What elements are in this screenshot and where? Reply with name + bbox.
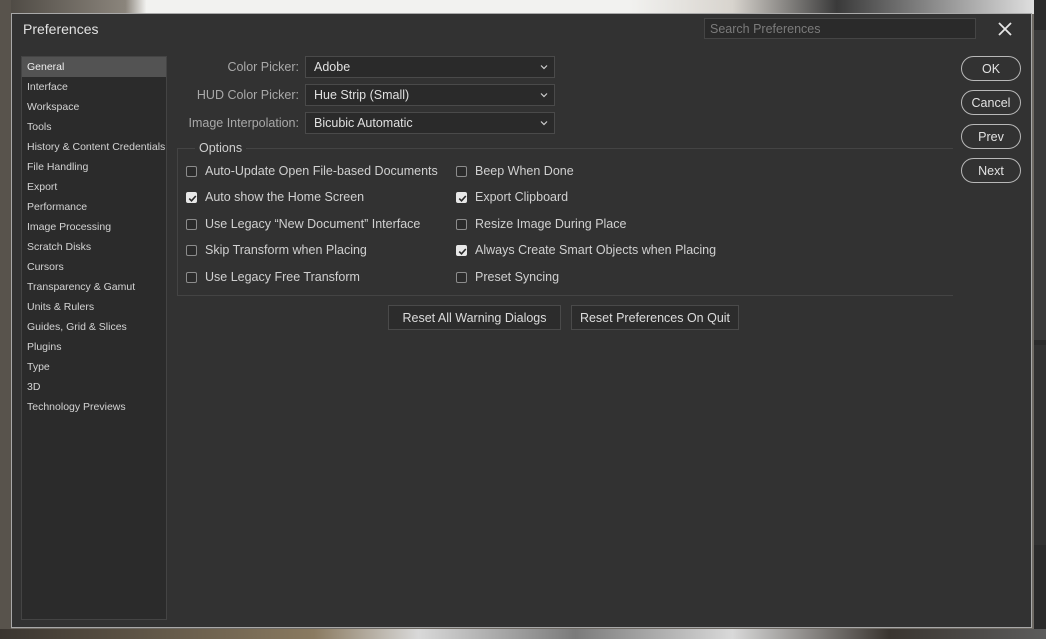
sidebar-item-image-processing[interactable]: Image Processing xyxy=(22,217,166,237)
checkbox-label: Export Clipboard xyxy=(475,190,569,204)
sidebar-item-type[interactable]: Type xyxy=(22,357,166,377)
checkmark-icon xyxy=(458,247,467,255)
checkbox-label: Auto-Update Open File-based Documents xyxy=(205,164,438,178)
options-legend: Options xyxy=(195,141,247,155)
hud-color-picker-select[interactable]: Hue Strip (Small) xyxy=(305,84,555,106)
checkbox-export-clipboard[interactable]: Export Clipboard xyxy=(456,190,568,204)
checkbox-auto-update-documents[interactable]: Auto-Update Open File-based Documents xyxy=(186,164,438,178)
checkbox-label: Auto show the Home Screen xyxy=(205,190,365,204)
checkbox-skip-transform[interactable]: Skip Transform when Placing xyxy=(186,243,367,257)
sidebar-item-3d[interactable]: 3D xyxy=(22,377,166,397)
checkbox-box[interactable] xyxy=(456,165,467,177)
checkbox-box[interactable] xyxy=(186,218,197,230)
chevron-down-icon xyxy=(540,93,548,98)
search-preferences-input[interactable] xyxy=(704,18,976,39)
checkbox-box[interactable] xyxy=(456,191,467,203)
checkbox-label: Use Legacy Free Transform xyxy=(205,270,360,284)
background-app-left xyxy=(0,0,11,639)
hud-color-picker-value: Hue Strip (Small) xyxy=(314,88,410,102)
cancel-button[interactable]: Cancel xyxy=(961,90,1021,115)
sidebar-item-plugins[interactable]: Plugins xyxy=(22,337,166,357)
checkbox-label: Resize Image During Place xyxy=(475,217,627,231)
chevron-down-icon xyxy=(540,65,548,70)
checkmark-icon xyxy=(188,194,197,202)
background-app-top xyxy=(0,0,1046,14)
sidebar-item-transparency[interactable]: Transparency & Gamut xyxy=(22,277,166,297)
checkbox-auto-show-home-screen[interactable]: Auto show the Home Screen xyxy=(186,190,364,204)
checkbox-label: Skip Transform when Placing xyxy=(205,243,367,257)
checkbox-box[interactable] xyxy=(186,165,197,177)
checkbox-box[interactable] xyxy=(186,191,197,203)
sidebar-item-units-rulers[interactable]: Units & Rulers xyxy=(22,297,166,317)
checkbox-box[interactable] xyxy=(456,271,467,283)
checkbox-preset-syncing[interactable]: Preset Syncing xyxy=(456,270,559,284)
checkbox-resize-image-during-place[interactable]: Resize Image During Place xyxy=(456,217,626,231)
color-picker-label: Color Picker: xyxy=(227,60,299,74)
checkbox-legacy-free-transform[interactable]: Use Legacy Free Transform xyxy=(186,270,360,284)
checkbox-label: Beep When Done xyxy=(475,164,574,178)
sidebar-item-scratch-disks[interactable]: Scratch Disks xyxy=(22,237,166,257)
sidebar-item-performance[interactable]: Performance xyxy=(22,197,166,217)
sidebar-item-guides-grid[interactable]: Guides, Grid & Slices xyxy=(22,317,166,337)
background-app-bottom xyxy=(0,629,1046,639)
sidebar-item-file-handling[interactable]: File Handling xyxy=(22,157,166,177)
checkbox-box[interactable] xyxy=(456,218,467,230)
next-button[interactable]: Next xyxy=(961,158,1021,183)
sidebar-item-technology-previews[interactable]: Technology Previews xyxy=(22,397,166,417)
sidebar: General Interface Workspace Tools Histor… xyxy=(21,56,167,620)
dialog-title: Preferences xyxy=(23,21,99,37)
checkbox-box[interactable] xyxy=(186,244,197,256)
image-interpolation-label: Image Interpolation: xyxy=(188,116,300,130)
checkbox-label: Use Legacy “New Document” Interface xyxy=(205,217,421,231)
reset-preferences-button[interactable]: Reset Preferences On Quit xyxy=(571,305,739,330)
checkbox-beep-when-done[interactable]: Beep When Done xyxy=(456,164,574,178)
color-picker-value: Adobe xyxy=(314,60,351,74)
checkbox-label: Always Create Smart Objects when Placing xyxy=(475,243,717,257)
sidebar-item-history[interactable]: History & Content Credentials xyxy=(22,137,166,157)
checkbox-box[interactable] xyxy=(186,271,197,283)
color-picker-select[interactable]: Adobe xyxy=(305,56,555,78)
image-interpolation-value: Bicubic Automatic xyxy=(314,116,413,130)
checkbox-smart-objects[interactable]: Always Create Smart Objects when Placing xyxy=(456,243,716,257)
sidebar-item-cursors[interactable]: Cursors xyxy=(22,257,166,277)
checkbox-box[interactable] xyxy=(456,244,467,256)
sidebar-item-export[interactable]: Export xyxy=(22,177,166,197)
hud-color-picker-label: HUD Color Picker: xyxy=(196,88,299,102)
checkmark-icon xyxy=(458,194,467,202)
checkbox-legacy-new-document[interactable]: Use Legacy “New Document” Interface xyxy=(186,217,420,231)
image-interpolation-select[interactable]: Bicubic Automatic xyxy=(305,112,555,134)
close-icon xyxy=(998,22,1012,36)
title-bar: Preferences xyxy=(12,14,1031,44)
checkbox-label: Preset Syncing xyxy=(475,270,560,284)
background-app-right xyxy=(1034,0,1046,639)
chevron-down-icon xyxy=(540,121,548,126)
preferences-dialog: Preferences General Interface Workspace … xyxy=(11,13,1032,628)
reset-warning-dialogs-button[interactable]: Reset All Warning Dialogs xyxy=(388,305,561,330)
close-button[interactable] xyxy=(995,19,1015,39)
ok-button[interactable]: OK xyxy=(961,56,1021,81)
prev-button[interactable]: Prev xyxy=(961,124,1021,149)
